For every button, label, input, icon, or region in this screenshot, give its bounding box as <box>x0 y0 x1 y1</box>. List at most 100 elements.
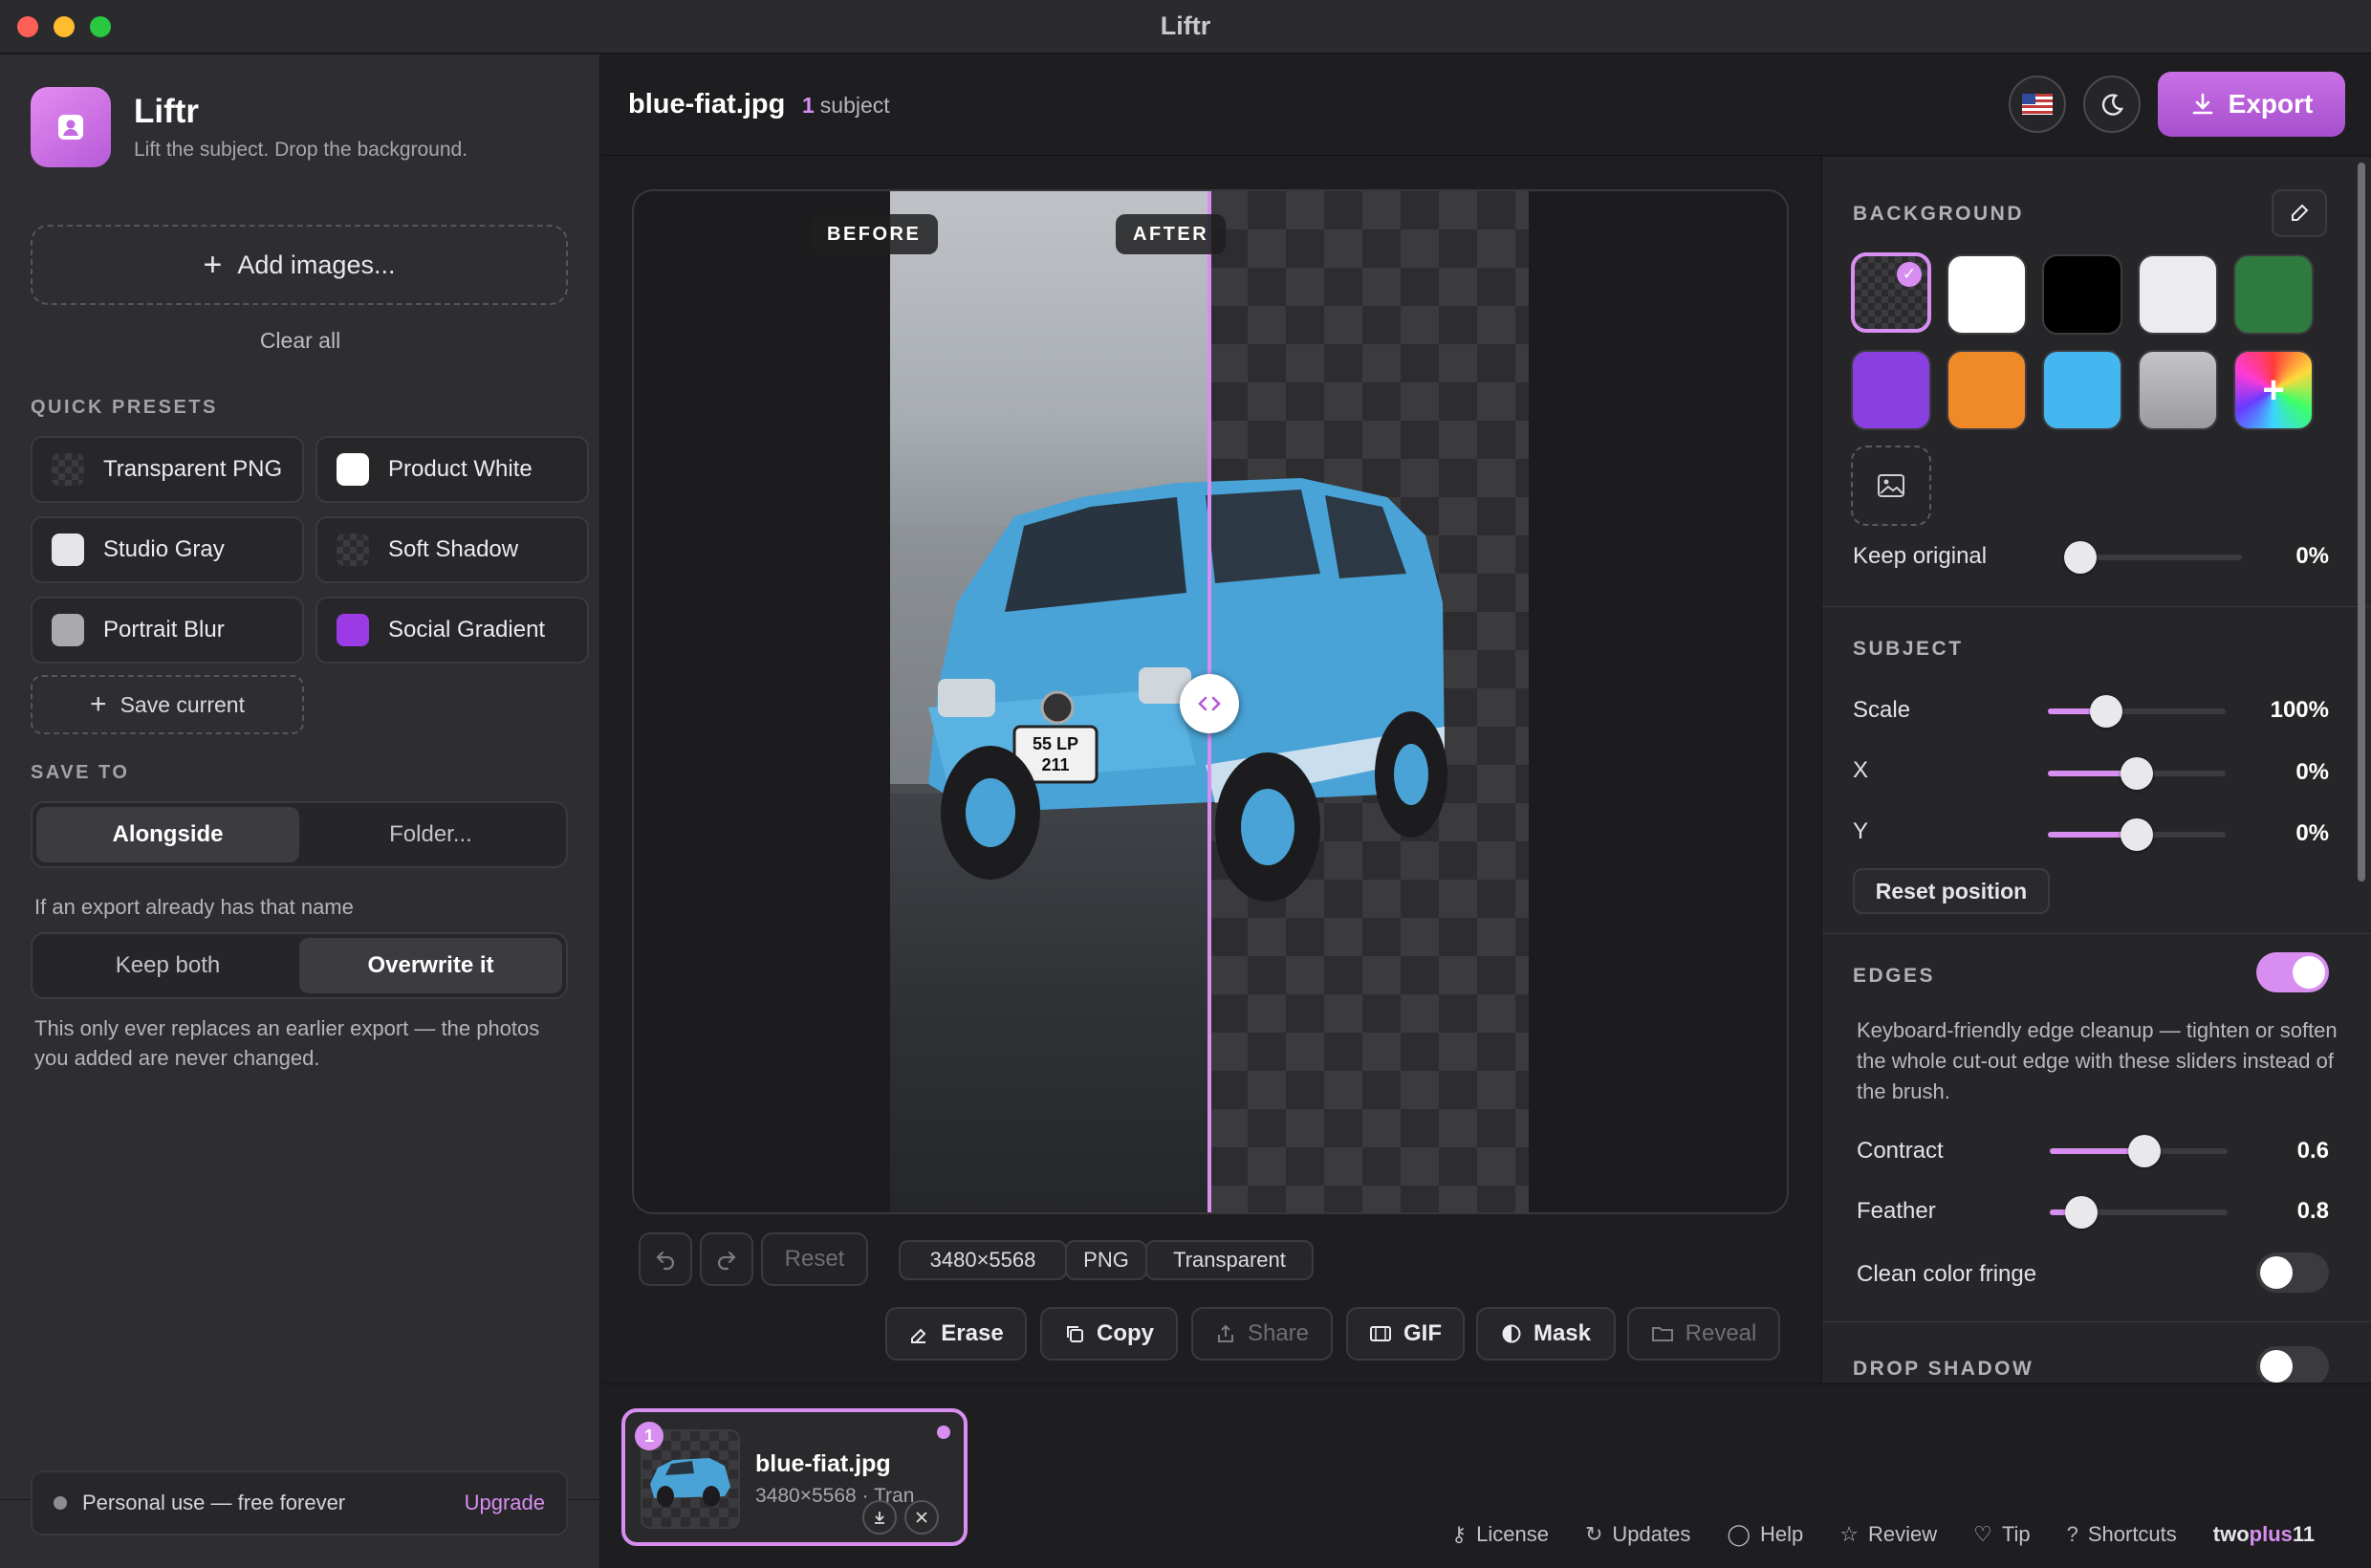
feather-slider[interactable] <box>2050 1196 2228 1229</box>
x-label: X <box>1853 757 1869 783</box>
conflict-overwrite[interactable]: Overwrite it <box>299 938 562 993</box>
preset-label: Product White <box>388 456 533 482</box>
conflict-keep-both[interactable]: Keep both <box>36 938 299 993</box>
image-thumbnail-card[interactable]: 1 blue-fiat.jpg 3480×5568 · Tran <box>621 1408 968 1546</box>
swatch-image-background[interactable] <box>1851 446 1931 526</box>
preset-soft-shadow[interactable]: Soft Shadow <box>315 516 589 583</box>
drop-shadow-toggle[interactable] <box>2256 1346 2329 1383</box>
conflict-segmented: Keep both Overwrite it <box>31 932 568 999</box>
quick-presets-title: QUICK PRESETS <box>31 397 218 418</box>
y-label: Y <box>1853 818 1869 844</box>
gif-button[interactable]: GIF <box>1346 1307 1465 1361</box>
swatch-light-gray[interactable] <box>2138 254 2218 335</box>
preset-swatch <box>337 453 369 486</box>
preset-label: Portrait Blur <box>103 617 225 642</box>
swatch-purple[interactable] <box>1851 350 1931 430</box>
tip-link[interactable]: ♡ Tip <box>1973 1522 2030 1547</box>
contract-slider[interactable] <box>2050 1135 2228 1167</box>
slider-knob[interactable] <box>2090 695 2123 728</box>
upgrade-link[interactable]: Upgrade <box>465 1491 545 1515</box>
slider-knob[interactable] <box>2127 1135 2161 1167</box>
license-plate-line1: 55 LP <box>1033 734 1078 753</box>
save-to-folder[interactable]: Folder... <box>299 807 562 862</box>
swatch-orange[interactable] <box>1947 350 2027 430</box>
slider-knob[interactable] <box>2121 757 2153 790</box>
share-button[interactable]: Share <box>1191 1307 1333 1361</box>
language-button[interactable] <box>2009 76 2066 133</box>
subject-section-title: SUBJECT <box>1853 638 1964 660</box>
tip-label: Tip <box>2001 1522 2031 1546</box>
updates-label: Updates <box>1612 1522 1691 1546</box>
swatch-sky-blue[interactable] <box>2042 350 2122 430</box>
reveal-button[interactable]: Reveal <box>1627 1307 1780 1361</box>
window-title: Liftr <box>1160 11 1211 40</box>
maker-part-b: plus <box>2249 1522 2293 1546</box>
dimensions-chip: 3480×5568 <box>899 1240 1067 1280</box>
edges-description: Keyboard-friendly edge cleanup — tighten… <box>1857 1018 2338 1103</box>
save-to-title: SAVE TO <box>31 762 130 783</box>
keep-original-label: Keep original <box>1853 543 1988 569</box>
preset-product-white[interactable]: Product White <box>315 436 589 503</box>
preset-label: Soft Shadow <box>388 536 519 562</box>
eyedropper-button[interactable] <box>2272 189 2327 237</box>
plus-icon: + <box>90 688 107 720</box>
slider-knob[interactable] <box>2065 1196 2099 1229</box>
theme-toggle-button[interactable] <box>2083 76 2141 133</box>
slider-knob[interactable] <box>2121 818 2153 851</box>
swatch-transparent[interactable]: ✓ <box>1851 252 1931 333</box>
preset-transparent-png[interactable]: Transparent PNG <box>31 436 304 503</box>
background-section-title: BACKGROUND <box>1853 203 2024 225</box>
reset-position-button[interactable]: Reset position <box>1853 868 2050 914</box>
copy-button[interactable]: Copy <box>1040 1307 1178 1361</box>
gif-label: GIF <box>1403 1320 1442 1346</box>
x-offset-slider[interactable] <box>2048 757 2226 790</box>
add-images-label: Add images... <box>237 250 396 279</box>
clear-all-button[interactable]: Clear all <box>0 328 600 354</box>
swatch-silver[interactable] <box>2138 350 2218 430</box>
slider-knob[interactable] <box>2064 541 2097 574</box>
preset-social-gradient[interactable]: Social Gradient <box>315 597 589 664</box>
swatch-white[interactable] <box>1947 254 2027 335</box>
scale-value: 100% <box>2270 697 2329 723</box>
panel-scrollbar[interactable] <box>2358 163 2365 882</box>
license-link[interactable]: ⚷ License <box>1451 1522 1549 1547</box>
clean-fringe-toggle[interactable] <box>2256 1252 2329 1293</box>
preset-studio-gray[interactable]: Studio Gray <box>31 516 304 583</box>
sidebar: Liftr Lift the subject. Drop the backgro… <box>0 54 600 1568</box>
comparison-canvas[interactable]: 55 LP 211 BEFORE AFTER <box>632 189 1789 1214</box>
undo-button[interactable] <box>639 1232 692 1286</box>
help-link[interactable]: ◯ Help <box>1727 1522 1803 1547</box>
swatch-green[interactable] <box>2233 254 2314 335</box>
reset-button[interactable]: Reset <box>761 1232 868 1286</box>
preset-portrait-blur[interactable]: Portrait Blur <box>31 597 304 664</box>
file-name: blue-fiat.jpg <box>628 89 786 120</box>
section-divider <box>1822 606 2371 607</box>
y-offset-slider[interactable] <box>2048 818 2226 851</box>
preset-label: Social Gradient <box>388 617 546 642</box>
swatch-black[interactable] <box>2042 254 2122 335</box>
save-current-preset-button[interactable]: + Save current <box>31 675 304 734</box>
save-current-label: Save current <box>120 691 245 717</box>
swatch-custom-color[interactable]: + <box>2233 350 2314 430</box>
after-label: AFTER <box>1116 214 1227 254</box>
feather-value: 0.8 <box>2296 1198 2329 1224</box>
review-link[interactable]: ☆ Review <box>1839 1522 1937 1547</box>
scale-slider[interactable] <box>2048 695 2226 728</box>
add-images-button[interactable]: + Add images... <box>31 225 568 305</box>
erase-button[interactable]: Erase <box>885 1307 1027 1361</box>
maker-logo[interactable]: twoplus11 <box>2213 1522 2315 1547</box>
mask-button[interactable]: Mask <box>1476 1307 1616 1361</box>
split-handle[interactable] <box>1180 674 1239 733</box>
edges-toggle[interactable] <box>2256 952 2329 992</box>
keep-original-slider[interactable] <box>2064 541 2242 574</box>
updates-link[interactable]: ↻ Updates <box>1585 1522 1690 1547</box>
export-button[interactable]: Export <box>2158 72 2345 137</box>
redo-button[interactable] <box>700 1232 753 1286</box>
shortcuts-link[interactable]: ? Shortcuts <box>2067 1522 2177 1547</box>
thumbnail-download-button[interactable] <box>862 1500 897 1535</box>
chat-bubble-icon: ◯ <box>1727 1522 1751 1546</box>
save-to-alongside[interactable]: Alongside <box>36 807 299 862</box>
thumbnail-remove-button[interactable] <box>904 1500 939 1535</box>
share-label: Share <box>1247 1320 1310 1346</box>
background-chip: Transparent <box>1145 1240 1314 1280</box>
